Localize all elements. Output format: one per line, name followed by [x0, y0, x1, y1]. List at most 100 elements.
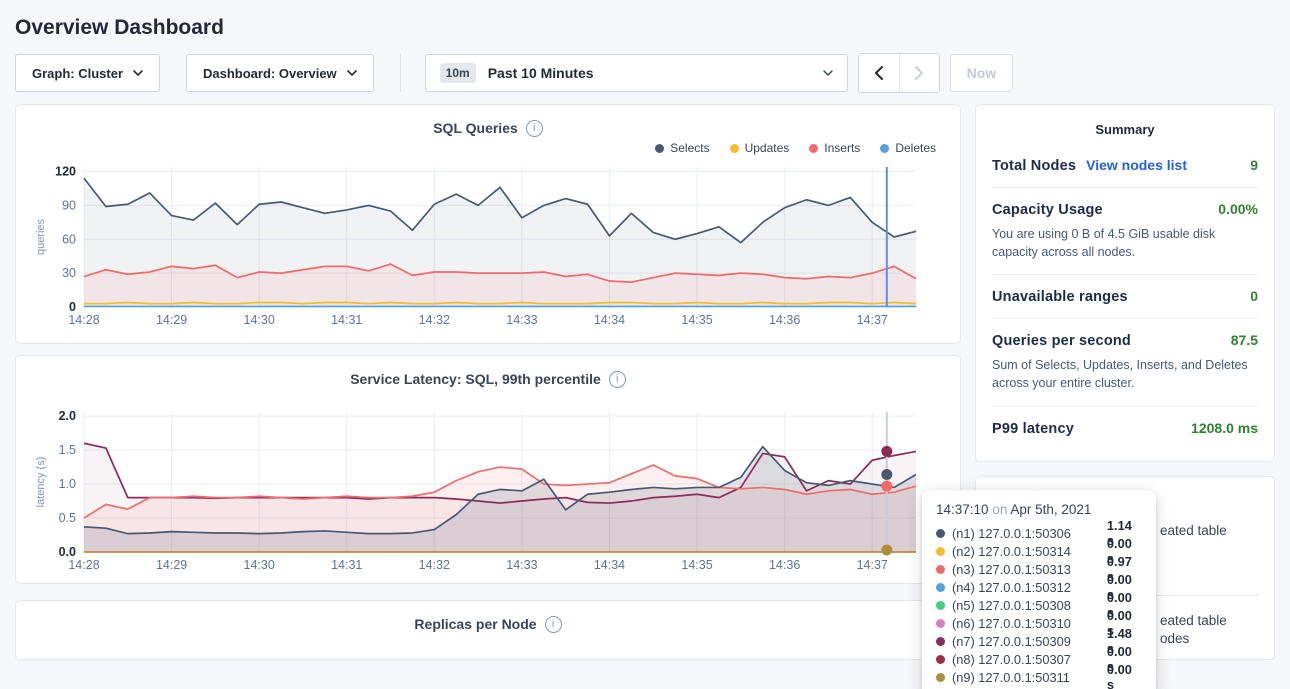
charts-column: SQL Queries SelectsUpdatesInsertsDeletes…	[15, 104, 961, 660]
node-color-dot	[936, 655, 945, 664]
chart-header: Service Latency: SQL, 99th percentile	[32, 368, 944, 390]
chevron-left-icon	[874, 66, 884, 80]
chart-hover-tooltip: 14:37:10 on Apr 5th, 2021 (n1) 127.0.0.1…	[922, 490, 1156, 689]
svg-text:1.5: 1.5	[59, 443, 76, 457]
summary-panel: Summary Total Nodes View nodes list 9 Ca…	[975, 104, 1275, 462]
sql-queries-chart[interactable]: 14:2814:2914:3014:3114:3214:3314:3414:35…	[32, 159, 944, 336]
chevron-right-icon	[914, 66, 924, 80]
svg-text:14:35: 14:35	[681, 558, 712, 572]
legend-dot	[809, 144, 818, 153]
event-text-fragment: eated table	[1160, 523, 1227, 538]
event-text-fragment: odes	[1160, 631, 1189, 646]
legend-item-selects: Selects	[655, 141, 709, 155]
svg-text:14:36: 14:36	[769, 313, 800, 327]
crosshair-dot	[881, 446, 892, 457]
dashboard-dropdown[interactable]: Dashboard: Overview	[186, 54, 374, 92]
svg-text:1.0: 1.0	[59, 477, 76, 491]
time-range-badge: 10m	[440, 63, 476, 83]
node-color-dot	[936, 529, 945, 538]
info-icon[interactable]	[526, 120, 543, 137]
node-color-dot	[936, 583, 945, 592]
chevron-down-icon	[823, 70, 833, 76]
tooltip-node-row: (n9) 127.0.0.1:503110.00 s	[936, 668, 1142, 686]
summary-row-capacity-usage: Capacity Usage 0.00% You are using 0 B o…	[992, 187, 1258, 274]
node-address: (n5) 127.0.0.1:50308	[952, 598, 1100, 613]
svg-text:0.5: 0.5	[59, 511, 76, 525]
svg-text:0: 0	[69, 300, 76, 314]
service-latency-panel: Service Latency: SQL, 99th percentile 14…	[15, 355, 961, 584]
now-button[interactable]: Now	[950, 54, 1014, 92]
node-address: (n6) 127.0.0.1:50310	[952, 616, 1100, 631]
summary-row-p99-latency: P99 latency 1208.0 ms	[992, 406, 1258, 450]
svg-text:14:33: 14:33	[506, 313, 537, 327]
node-address: (n4) 127.0.0.1:50312	[952, 580, 1100, 595]
graph-dropdown[interactable]: Graph: Cluster	[15, 54, 160, 92]
node-color-dot	[936, 673, 945, 682]
tooltip-timestamp: 14:37:10 on Apr 5th, 2021	[936, 502, 1142, 517]
replicas-per-node-panel: Replicas per Node	[15, 600, 961, 660]
summary-label: Queries per second	[992, 333, 1131, 349]
svg-text:14:28: 14:28	[68, 313, 99, 327]
node-address: (n8) 127.0.0.1:50307	[952, 652, 1100, 667]
svg-text:14:29: 14:29	[156, 558, 187, 572]
info-icon[interactable]	[545, 616, 562, 633]
divider	[400, 54, 401, 92]
summary-row-total-nodes: Total Nodes View nodes list 9	[992, 144, 1258, 187]
time-prev-button[interactable]	[859, 54, 899, 92]
svg-text:14:29: 14:29	[156, 313, 187, 327]
events-divider	[1146, 595, 1260, 596]
svg-text:14:28: 14:28	[68, 558, 99, 572]
svg-text:queries: queries	[35, 218, 47, 255]
legend-item-inserts: Inserts	[809, 141, 860, 155]
tooltip-node-rows: (n1) 127.0.0.1:503061.14 s(n2) 127.0.0.1…	[936, 524, 1142, 686]
time-range-dropdown[interactable]: 10m Past 10 Minutes	[425, 54, 848, 92]
time-range-label: Past 10 Minutes	[488, 65, 811, 81]
chart-title: Service Latency: SQL, 99th percentile	[350, 371, 601, 387]
svg-text:60: 60	[62, 232, 76, 246]
svg-text:14:35: 14:35	[681, 313, 712, 327]
svg-text:14:36: 14:36	[769, 558, 800, 572]
time-next-button[interactable]	[899, 54, 939, 92]
time-pager	[858, 53, 940, 93]
overview-dashboard-page: Overview Dashboard Graph: Cluster Dashbo…	[0, 16, 1290, 660]
svg-text:14:34: 14:34	[594, 313, 625, 327]
node-color-dot	[936, 601, 945, 610]
chart-legend: Selects Updates Inserts Deletes	[32, 139, 944, 157]
view-nodes-list-link[interactable]: View nodes list	[1086, 157, 1187, 173]
legend-item-updates: Updates	[730, 141, 790, 155]
crosshair-dot	[881, 469, 892, 480]
summary-label: Capacity Usage	[992, 202, 1103, 218]
summary-heading: Summary	[992, 105, 1258, 144]
service-latency-svg: 14:2814:2914:3014:3114:3214:3314:3414:35…	[32, 404, 944, 576]
summary-value: 1208.0 ms	[1191, 420, 1258, 436]
legend-dot	[655, 144, 664, 153]
legend-item-deletes: Deletes	[880, 141, 936, 155]
svg-text:14:31: 14:31	[331, 313, 362, 327]
summary-value: 0.00%	[1218, 201, 1258, 217]
svg-text:14:34: 14:34	[594, 558, 625, 572]
summary-value: 9	[1250, 157, 1258, 173]
sql-queries-svg: 14:2814:2914:3014:3114:3214:3314:3414:35…	[32, 159, 944, 331]
legend-label: Selects	[670, 141, 709, 155]
summary-label: Total Nodes	[992, 158, 1076, 174]
legend-dot	[730, 144, 739, 153]
summary-description: Sum of Selects, Updates, Inserts, and De…	[992, 356, 1258, 392]
chevron-down-icon	[347, 70, 357, 76]
service-latency-chart[interactable]: 14:2814:2914:3014:3114:3214:3314:3414:35…	[32, 404, 944, 581]
legend-label: Inserts	[824, 141, 860, 155]
svg-text:14:32: 14:32	[419, 313, 450, 327]
legend-label: Updates	[745, 141, 790, 155]
graph-dropdown-label: Graph: Cluster	[32, 66, 123, 81]
summary-label: Unavailable ranges	[992, 289, 1128, 305]
svg-text:14:33: 14:33	[506, 558, 537, 572]
node-color-dot	[936, 547, 945, 556]
svg-text:120: 120	[55, 165, 76, 179]
dashboard-dropdown-label: Dashboard: Overview	[203, 66, 337, 81]
legend-label: Deletes	[895, 141, 936, 155]
node-color-dot	[936, 637, 945, 646]
summary-row-queries-per-second: Queries per second 87.5 Sum of Selects, …	[992, 318, 1258, 405]
node-latency-value: 0.00 s	[1107, 662, 1142, 689]
svg-text:2.0: 2.0	[59, 409, 76, 423]
info-icon[interactable]	[609, 371, 626, 388]
controls-bar: Graph: Cluster Dashboard: Overview 10m P…	[15, 54, 1275, 92]
